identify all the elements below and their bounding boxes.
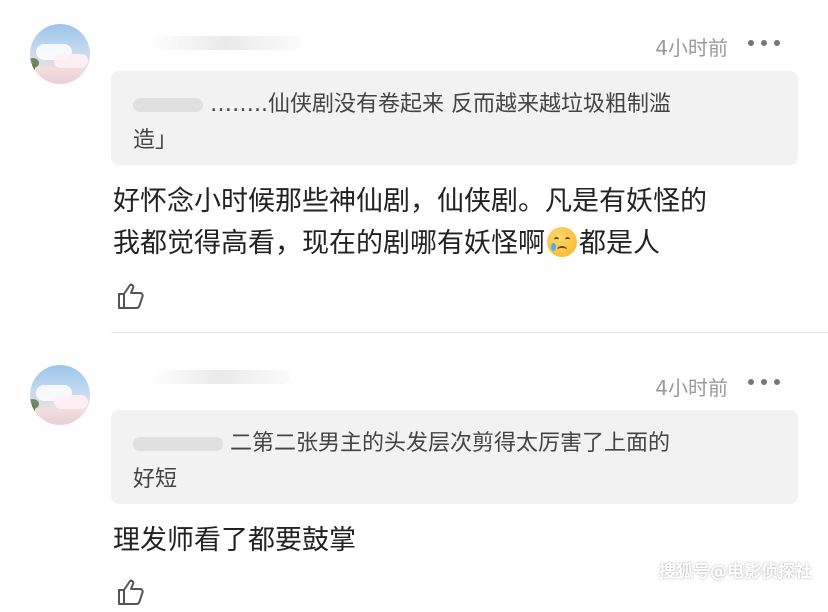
- comment-item: 4小时前 二第二张男主的头发层次剪得太厉害了上面的 好短 理发师看了都要鼓掌: [0, 334, 828, 605]
- quote-text-line1: ……..仙侠剧没有卷起来 反而越来越垃圾粗制滥: [210, 92, 671, 117]
- quoted-reply[interactable]: 二第二张男主的头发层次剪得太厉害了上面的 好短: [111, 410, 798, 504]
- comment-text-line1: 好怀念小时候那些神仙剧，仙侠剧。凡是有妖怪的: [113, 186, 707, 217]
- like-button[interactable]: [115, 280, 147, 312]
- username-redacted[interactable]: [150, 36, 300, 50]
- timestamp: 4小时前: [655, 376, 728, 400]
- crying-face-icon: [547, 227, 577, 257]
- comment-divider: [111, 332, 828, 333]
- comment-body: 好怀念小时候那些神仙剧，仙侠剧。凡是有妖怪的 我都觉得高看，现在的剧哪有妖怪啊 都…: [113, 181, 803, 265]
- more-options-button[interactable]: [748, 37, 782, 49]
- comment-body: 理发师看了都要鼓掌: [113, 520, 803, 562]
- comment-item: 4小时前 ……..仙侠剧没有卷起来 反而越来越垃圾粗制滥 造」 好怀念小时候那些…: [0, 0, 828, 334]
- timestamp: 4小时前: [655, 36, 728, 60]
- more-dots-icon: [748, 379, 754, 385]
- quote-text-line1: 二第二张男主的头发层次剪得太厉害了上面的: [230, 431, 671, 456]
- thumbs-up-icon: [118, 579, 144, 605]
- thumbs-up-icon: [118, 283, 144, 309]
- avatar[interactable]: [30, 24, 90, 84]
- avatar[interactable]: [30, 365, 90, 425]
- quote-text-line2: 造」: [133, 128, 178, 153]
- quoted-reply[interactable]: ……..仙侠剧没有卷起来 反而越来越垃圾粗制滥 造」: [111, 71, 798, 165]
- more-dots-icon: [748, 40, 754, 46]
- quoted-username-redacted: [133, 437, 223, 451]
- quote-text-line2: 好短: [133, 467, 178, 492]
- like-button[interactable]: [115, 576, 147, 608]
- comment-text-line2a: 我都觉得高看，现在的剧哪有妖怪啊: [113, 228, 545, 259]
- more-options-button[interactable]: [748, 376, 782, 388]
- comment-text-line2b: 都是人: [579, 228, 660, 259]
- watermark: 搜狐号@电影侦探社: [659, 562, 812, 582]
- comment-text-line1: 理发师看了都要鼓掌: [113, 525, 356, 556]
- username-redacted[interactable]: [150, 370, 290, 384]
- quoted-username-redacted: [133, 98, 203, 112]
